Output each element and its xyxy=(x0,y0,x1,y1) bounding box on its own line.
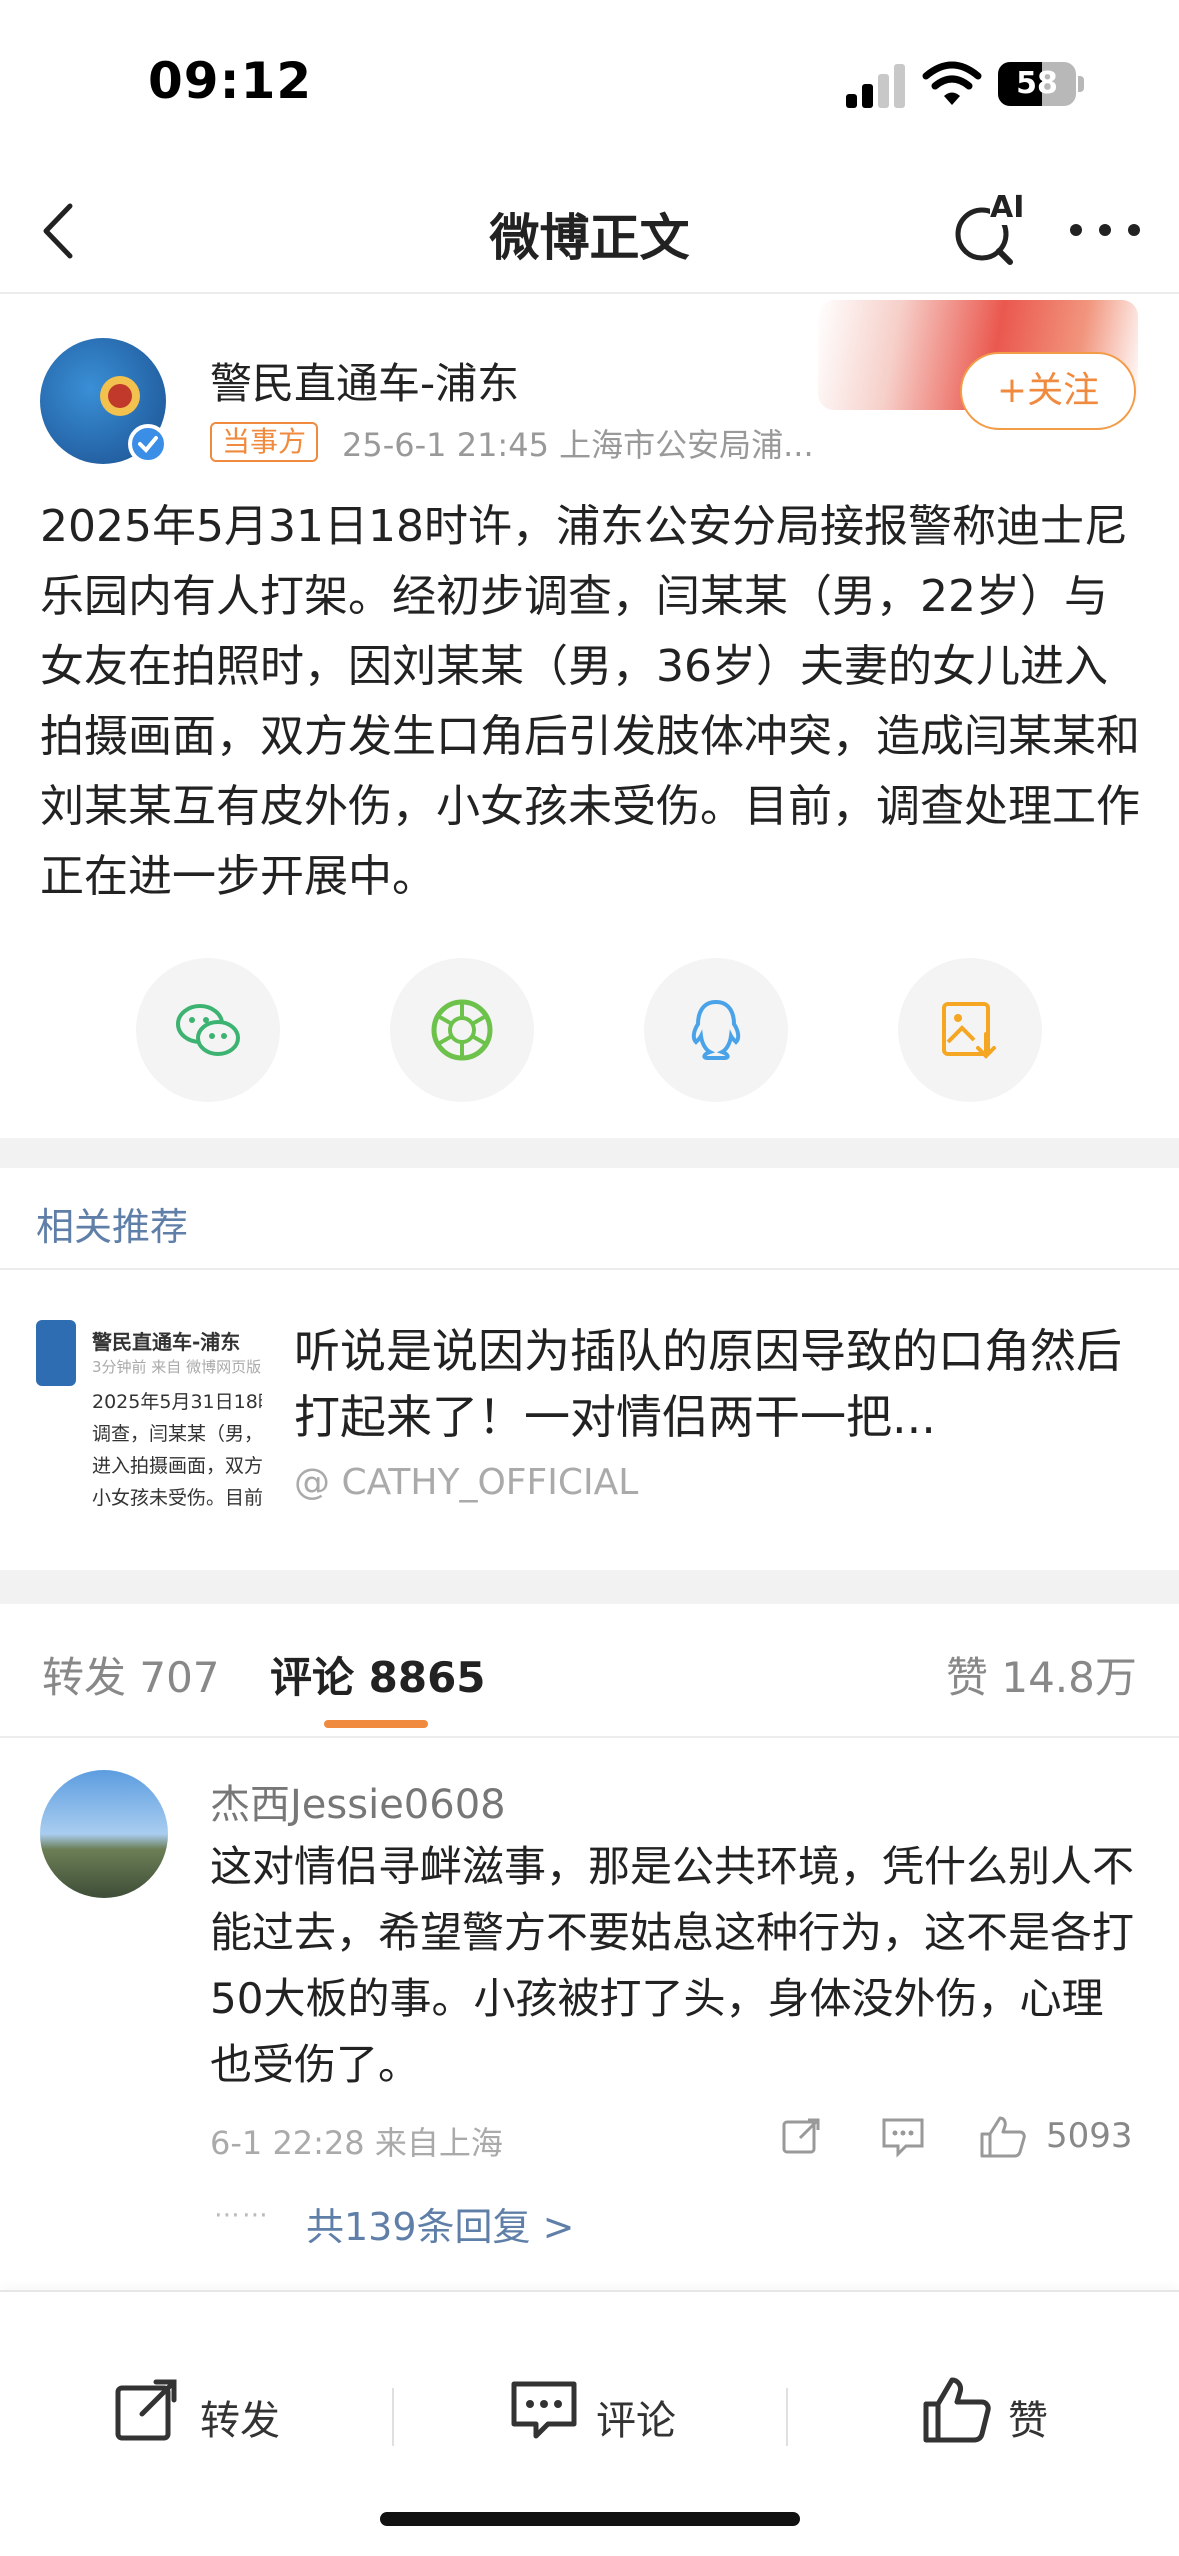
divider xyxy=(0,1736,1179,1738)
share-wechat-button[interactable] xyxy=(136,958,280,1102)
related-source[interactable]: @ CATHY_OFFICIAL xyxy=(294,1462,638,1503)
post-meta: 25-6-1 21:45 上海市公安局浦... xyxy=(342,426,814,464)
verified-badge-icon xyxy=(128,424,168,464)
ai-badge: AI xyxy=(990,190,1025,225)
ai-search-button[interactable]: AI xyxy=(948,190,1028,270)
wifi-icon xyxy=(922,61,982,105)
thumbnail-text: 2025年5月31日18时 调查，闫某某（男， 进入拍摄画面，双方 小女孩未受伤… xyxy=(92,1391,262,1509)
thumbnail-avatar xyxy=(36,1320,76,1386)
share-qq-button[interactable] xyxy=(644,958,788,1102)
share-moments-button[interactable] xyxy=(390,958,534,1102)
repost-label: 转发 xyxy=(200,2398,280,2444)
status-time: 09:12 xyxy=(148,52,313,110)
comment-icon xyxy=(511,2381,577,2439)
save-image-button[interactable] xyxy=(898,958,1042,1102)
more-icon[interactable] xyxy=(1060,200,1150,260)
like-button[interactable]: 赞 xyxy=(920,2374,1080,2454)
commenter-avatar[interactable] xyxy=(40,1770,168,1898)
divider xyxy=(786,2388,788,2446)
party-tag: 当事方 xyxy=(210,422,319,462)
cellular-signal-icon xyxy=(846,62,906,108)
comment-like-count: 5093 xyxy=(1046,2116,1133,2156)
post-body: 2025年5月31日18时许，浦东公安分局接报警称迪士尼乐园内有人打架。经初步调… xyxy=(40,501,1140,902)
section-separator xyxy=(0,1570,1179,1604)
tab-comments[interactable]: 评论 8865 xyxy=(270,1644,486,1705)
related-thumbnail[interactable]: 警民直通车-浦东 3分钟前 来自 微博网页版 2025年5月31日18时 调查，… xyxy=(36,1318,262,1518)
view-replies-link[interactable]: 共139条回复 > xyxy=(306,2196,574,2251)
related-heading: 相关推荐 xyxy=(36,1205,189,1249)
comment-button[interactable]: 评论 xyxy=(508,2374,708,2454)
comment-text: 这对情侣寻衅滋事，那是公共环境，凭什么别人不能过去，希望警方不要姑息这种行为，这… xyxy=(210,1842,1135,2089)
like-label: 赞 xyxy=(1008,2398,1048,2444)
divider xyxy=(0,1268,1179,1270)
comment-meta: 6-1 22:28 来自上海 xyxy=(210,2124,503,2162)
like-icon[interactable] xyxy=(978,2114,1028,2160)
replies-ellipsis: ⋯⋯ xyxy=(214,2200,270,2230)
comment-label: 评论 xyxy=(596,2398,676,2444)
battery-level: 58 xyxy=(1016,66,1058,101)
battery-tip xyxy=(1078,76,1084,92)
divider xyxy=(392,2388,394,2446)
commenter-name[interactable]: 杰西Jessie0608 xyxy=(210,1772,506,1830)
repost-icon xyxy=(115,2379,177,2441)
related-title[interactable]: 听说是说因为插队的原因导致的口角然后打起来了！一对情侣两干一把... xyxy=(294,1318,1154,1450)
follow-button[interactable]: +关注 xyxy=(960,352,1136,430)
author-name[interactable]: 警民直通车-浦东 xyxy=(210,350,519,411)
tab-likes[interactable]: 赞 14.8万 xyxy=(946,1644,1137,1705)
like-icon xyxy=(923,2377,991,2443)
moments-icon xyxy=(431,999,493,1061)
active-tab-indicator xyxy=(324,1720,428,1728)
save-image-icon xyxy=(942,1002,996,1059)
qq-icon xyxy=(691,999,741,1060)
tab-repost[interactable]: 转发 707 xyxy=(42,1644,220,1705)
nav-bar: 微博正文 AI xyxy=(0,170,1179,294)
home-indicator[interactable] xyxy=(380,2512,800,2526)
repost-button[interactable]: 转发 xyxy=(112,2374,312,2454)
thumbnail-meta: 3分钟前 来自 微博网页版 xyxy=(92,1358,262,1376)
wechat-icon xyxy=(176,1004,240,1056)
comment-icon[interactable] xyxy=(880,2114,926,2158)
repost-icon[interactable] xyxy=(780,2114,824,2158)
status-bar: 09:12 58 xyxy=(0,0,1179,170)
section-separator xyxy=(0,1138,1179,1168)
battery-icon: 58 xyxy=(998,62,1076,106)
thumbnail-author: 警民直通车-浦东 xyxy=(92,1330,241,1354)
